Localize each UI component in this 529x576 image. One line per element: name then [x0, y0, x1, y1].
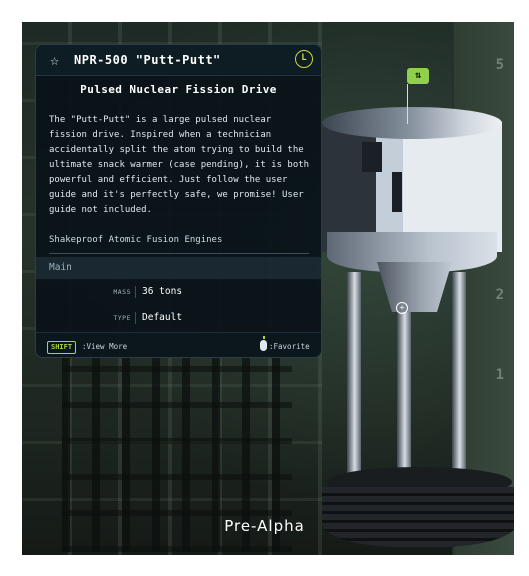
size-badge: L — [295, 50, 313, 68]
stat-key-mass: MASS — [113, 288, 131, 296]
divider — [49, 253, 309, 254]
tooltip-header: ☆ NPR-500 "Putt-Putt" L — [36, 45, 321, 76]
stat-group-header: Main — [36, 257, 321, 279]
part-description: The "Putt-Putt" is a large pulsed nuclea… — [49, 115, 310, 215]
stat-value-type: Default — [142, 312, 183, 323]
lift-point-icon[interactable]: ⇅ — [407, 68, 429, 84]
stat-separator — [135, 286, 136, 298]
rocket-engine-part[interactable] — [322, 22, 514, 555]
stat-separator — [135, 312, 136, 324]
engine-strut — [452, 272, 466, 487]
mouse-icon — [260, 336, 267, 351]
part-manufacturer: Shakeproof Atomic Fusion Engines — [49, 235, 223, 245]
engine-cone — [377, 262, 452, 312]
view-more-hint: :View More — [82, 342, 128, 351]
center-of-mass-icon: + — [396, 302, 408, 314]
stat-group-label: Main — [49, 262, 72, 273]
part-title: NPR-500 "Putt-Putt" — [74, 53, 221, 67]
engine-strut — [397, 312, 411, 492]
stat-key-type: TYPE — [113, 314, 131, 322]
shift-key-hint: SHIFT — [47, 341, 77, 354]
build-watermark: Pre-Alpha — [224, 517, 305, 535]
star-outline-icon[interactable]: ☆ — [50, 51, 59, 69]
tooltip-footer: SHIFT :View More :Favorite — [36, 332, 321, 357]
engine-panel — [392, 172, 402, 212]
engine-tank-top — [322, 107, 502, 139]
lift-point-line — [407, 84, 408, 124]
engine-panel — [362, 142, 382, 172]
stat-value-mass: 36 tons — [142, 286, 183, 297]
engine-strut — [347, 272, 361, 487]
favorite-hint: :Favorite — [269, 342, 310, 351]
part-subtitle: Pulsed Nuclear Fission Drive — [80, 83, 277, 96]
part-tooltip: ☆ NPR-500 "Putt-Putt" L Pulsed Nuclear F… — [35, 44, 322, 358]
